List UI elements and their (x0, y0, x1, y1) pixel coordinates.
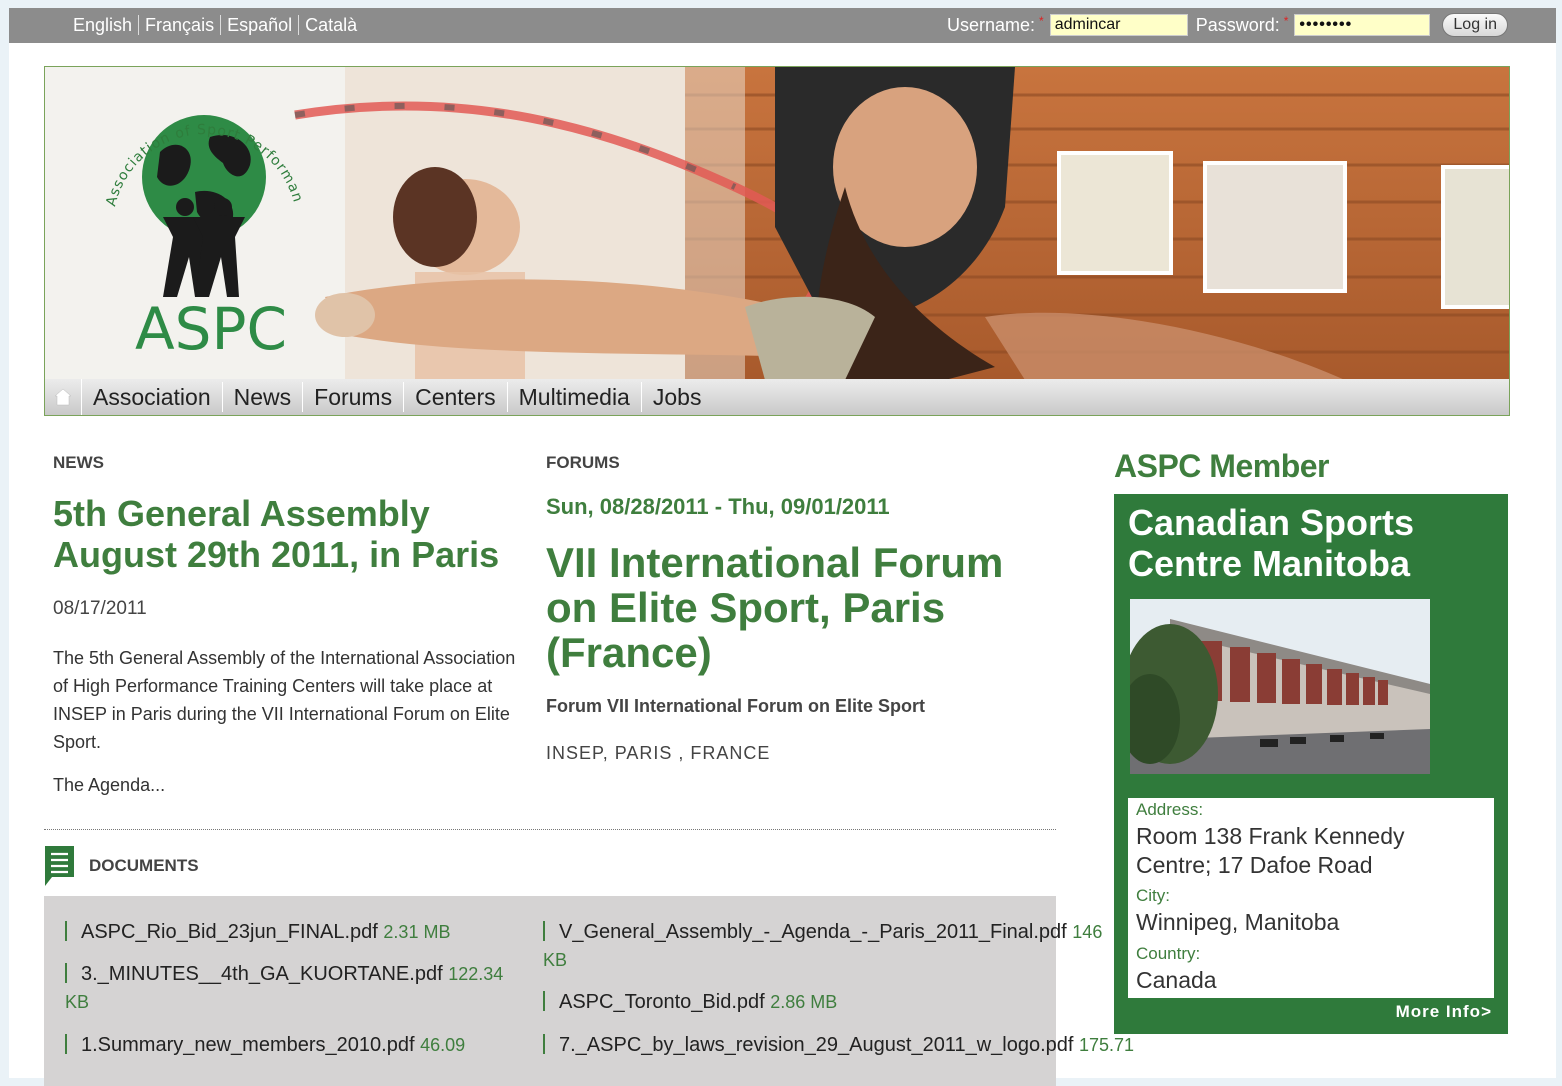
document-name: ASPC_Rio_Bid_23jun_FINAL.pdf (81, 921, 378, 943)
list-bullet (65, 963, 67, 983)
country-label: Country: (1136, 944, 1201, 963)
more-info-link[interactable]: More Info> (1396, 1002, 1492, 1022)
building-photo (1130, 599, 1430, 774)
forum-location: INSEP, PARIS , FRANCE (546, 743, 771, 763)
forum-title[interactable]: VII International Forum on Elite Sport, … (546, 540, 1036, 675)
language-switcher: English Français Español Català (67, 15, 363, 35)
list-bullet (65, 921, 67, 941)
address-value: Room 138 Frank Kennedy Centre; 17 Dafoe … (1136, 823, 1405, 878)
document-size: KB (543, 950, 568, 970)
list-bullet (543, 1034, 545, 1054)
nav-item-news[interactable]: News (223, 382, 304, 412)
news-read-more[interactable]: The Agenda... (53, 775, 165, 796)
news-heading: NEWS (53, 453, 104, 472)
nav-item-forums[interactable]: Forums (303, 382, 405, 412)
member-details: Address: Room 138 Frank Kennedy Centre; … (1128, 798, 1494, 998)
forum-subtitle: Forum VII International Forum on Elite S… (546, 696, 926, 716)
nav-item-jobs[interactable]: Jobs (642, 382, 713, 412)
required-marker: * (1039, 14, 1044, 28)
country-value: Canada (1136, 967, 1217, 993)
document-link[interactable]: 3._MINUTES__4th_GA_KUORTANE.pdf 122.34 (65, 960, 535, 988)
address-label: Address: (1136, 800, 1204, 819)
list-bullet (543, 921, 545, 941)
banner-photo: Association of Sport Performance Centres… (45, 67, 1509, 380)
list-bullet (65, 1034, 67, 1054)
document-size: 146 (1072, 922, 1103, 942)
divider (44, 829, 1056, 830)
home-icon (54, 388, 72, 406)
main-nav: Association News Forums Centers Multimed… (44, 379, 1510, 416)
document-name: ASPC_Toronto_Bid.pdf (559, 991, 765, 1013)
login-button[interactable]: Log in (1442, 13, 1508, 37)
document-link[interactable]: ASPC_Rio_Bid_23jun_FINAL.pdf 2.31 MB (65, 918, 525, 946)
news-title[interactable]: 5th General Assembly August 29th 2011, i… (53, 493, 533, 575)
lang-catala[interactable]: Català (299, 15, 363, 35)
document-size: KB (65, 992, 90, 1012)
nav-item-centers[interactable]: Centers (404, 382, 508, 412)
document-link[interactable]: 7._ASPC_by_laws_revision_29_August_2011_… (543, 1031, 1134, 1059)
document-link[interactable]: 1.Summary_new_members_2010.pdf 46.09 (65, 1031, 535, 1059)
login-form: Username: * admincar Password: * •••••••… (947, 13, 1508, 37)
document-link[interactable]: V_General_Assembly_-_Agenda_-_Paris_2011… (543, 918, 1113, 946)
document-size: 175.71 (1079, 1035, 1135, 1055)
document-icon (45, 846, 74, 886)
document-size-tail: KB (65, 988, 89, 1016)
city-value: Winnipeg, Manitoba (1136, 909, 1340, 935)
document-size: 46.09 (420, 1035, 466, 1055)
member-heading: ASPC Member (1114, 448, 1330, 484)
document-link[interactable]: ASPC_Toronto_Bid.pdf 2.86 MB (543, 988, 837, 1016)
lang-espanol[interactable]: Español (221, 15, 300, 35)
member-name[interactable]: Canadian Sports Centre Manitoba (1128, 502, 1498, 584)
forum-date: Sun, 08/28/2011 - Thu, 09/01/2011 (546, 494, 890, 519)
document-name: V_General_Assembly_-_Agenda_-_Paris_2011… (559, 921, 1067, 943)
lang-francais[interactable]: Français (139, 15, 222, 35)
nav-item-association[interactable]: Association (82, 382, 223, 412)
username-label: Username: (946, 14, 1036, 35)
news-body: The 5th General Assembly of the Internat… (53, 648, 516, 752)
document-name: 1.Summary_new_members_2010.pdf (81, 1034, 415, 1056)
document-size: 2.31 MB (383, 922, 451, 942)
member-photo (1130, 599, 1430, 774)
top-bar: English Français Español Català Username… (9, 8, 1556, 43)
lang-english[interactable]: English (67, 15, 140, 35)
password-label: Password: (1195, 14, 1280, 35)
header-banner: Association of Sport Performance Centres… (44, 66, 1510, 381)
documents-heading: DOCUMENTS (89, 856, 199, 875)
home-button[interactable] (45, 379, 82, 415)
city-label: City: (1136, 886, 1170, 905)
username-field[interactable]: admincar (1049, 14, 1188, 36)
document-size: 2.86 MB (770, 992, 838, 1012)
document-name: 7._ASPC_by_laws_revision_29_August_2011_… (559, 1034, 1074, 1056)
document-name: 3._MINUTES__4th_GA_KUORTANE.pdf (81, 963, 443, 985)
forums-heading: FORUMS (546, 453, 620, 472)
password-field[interactable]: •••••••• (1294, 14, 1431, 36)
required-marker: * (1283, 14, 1289, 28)
document-size-tail: KB (543, 946, 567, 974)
logo-text: ASPC (135, 295, 287, 363)
member-card: Canadian Sports Centre Manitoba Address:… (1114, 494, 1508, 1034)
page: English Français Español Català Username… (9, 8, 1556, 1086)
list-bullet (543, 991, 545, 1011)
nav-item-multimedia[interactable]: Multimedia (508, 382, 642, 412)
news-date: 08/17/2011 (53, 598, 147, 619)
document-size: 122.34 (448, 964, 504, 984)
